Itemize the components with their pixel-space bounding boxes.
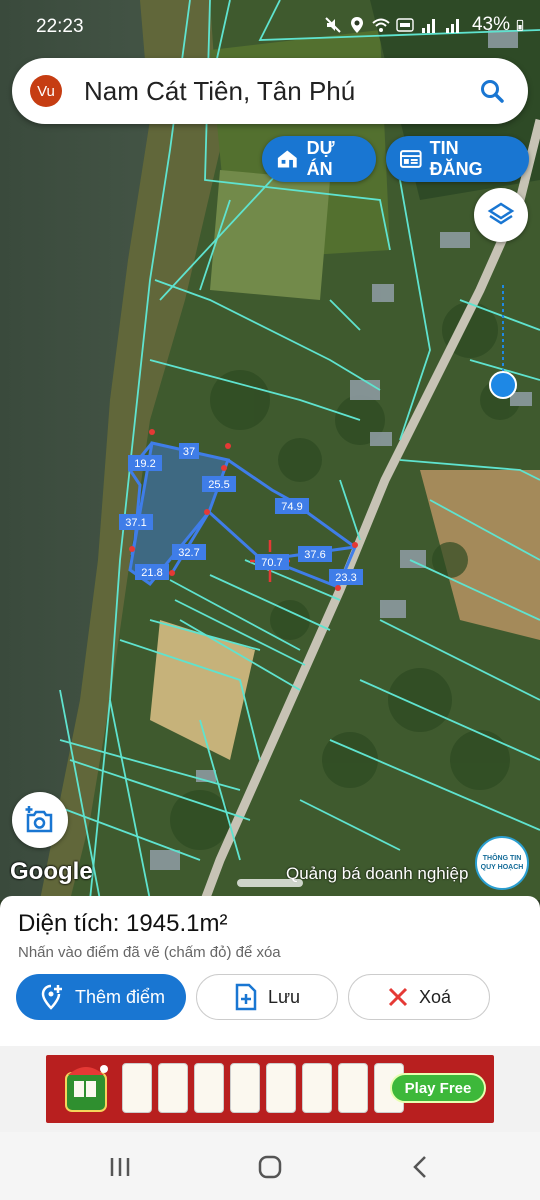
search-icon[interactable]	[474, 73, 510, 109]
volte-icon	[396, 18, 414, 32]
game-logo-icon	[65, 1065, 108, 1112]
hint-text: Nhấn vào điểm đã vẽ (chấm đỏ) để xóa	[18, 944, 281, 961]
add-photo-icon	[25, 806, 53, 833]
wifi-icon	[372, 18, 390, 32]
svg-text:37.1: 37.1	[125, 517, 146, 529]
mahjong-tile-icon	[194, 1063, 224, 1113]
system-nav-bar	[0, 1132, 540, 1200]
measurement-labels: 37 19.2 25.5 74.9 37.1 32.7 37.6 21.8 23.3 70.7	[119, 443, 363, 585]
measurement-label: 32.7	[172, 544, 206, 560]
battery-percent: 43%	[471, 14, 510, 35]
svg-text:70.7: 70.7	[261, 557, 282, 569]
status-time: 22:23	[36, 16, 84, 37]
location-icon	[350, 17, 363, 33]
delete-button[interactable]: Xoá	[348, 974, 490, 1020]
layers-icon	[487, 202, 515, 225]
add-location-icon	[41, 984, 62, 1010]
google-logo: Google	[10, 858, 93, 885]
home-icon[interactable]	[257, 1154, 283, 1180]
mahjong-tile-icon	[338, 1063, 368, 1113]
svg-text:32.7: 32.7	[178, 547, 199, 559]
search-bar[interactable]: Vu Nam Cát Tiên, Tân Phú	[12, 58, 528, 124]
play-free-button[interactable]: Play Free	[390, 1073, 486, 1103]
signal-icon	[421, 19, 435, 33]
signal-icon	[445, 19, 459, 33]
save-button[interactable]: Lưu	[196, 974, 338, 1020]
add-point-button[interactable]: Thêm điểm	[16, 974, 186, 1020]
mahjong-tile-icon	[266, 1063, 296, 1113]
svg-text:37: 37	[183, 446, 195, 458]
mahjong-tile-icon	[122, 1063, 152, 1113]
promo-caption[interactable]: Quảng bá doanh nghiệp	[286, 864, 468, 884]
measurement-label: 21.8	[135, 564, 169, 580]
mahjong-tile-icon	[230, 1063, 260, 1113]
delete-label: Xoá	[418, 986, 452, 1007]
measurement-label: 74.9	[275, 498, 309, 514]
du-an-button[interactable]: DỰ ÁN	[262, 136, 376, 182]
measurement-label: 37	[179, 443, 199, 459]
mahjong-tile-icon	[302, 1063, 332, 1113]
du-an-label: DỰ ÁN	[306, 138, 335, 179]
listing-icon	[400, 150, 422, 168]
planning-info-button[interactable]: THÔNG TIN QUY HOẠCH	[475, 836, 529, 890]
ad-banner[interactable]: Play Free	[46, 1055, 494, 1123]
drag-handle[interactable]	[237, 879, 303, 887]
measure-panel: Diện tích: 1945.1m² Nhấn vào điểm đã vẽ …	[0, 896, 540, 1046]
battery-icon	[516, 19, 524, 31]
svg-text:19.2: 19.2	[134, 458, 155, 470]
avatar[interactable]: Vu	[30, 75, 62, 107]
svg-text:23.3: 23.3	[335, 572, 356, 584]
planning-info-line2: QUY HOẠCH	[480, 864, 524, 871]
measurement-label: 19.2	[128, 455, 162, 471]
svg-text:74.9: 74.9	[281, 501, 302, 513]
planning-info-line1: THÔNG TIN	[482, 855, 522, 862]
measurement-label: 70.7	[255, 554, 289, 570]
close-icon	[388, 987, 408, 1007]
area-readout: Diện tích: 1945.1m²	[18, 910, 228, 937]
tin-dang-button[interactable]: TIN ĐĂNG	[386, 136, 529, 182]
map-view[interactable]: 37 19.2 25.5 74.9 37.1 32.7 37.6 21.8 23.3 70.7	[0, 0, 540, 900]
recent-apps-icon[interactable]	[107, 1154, 133, 1180]
mute-icon	[325, 17, 341, 33]
status-bar: 22:23 43%	[0, 0, 540, 52]
svg-text:21.8: 21.8	[141, 567, 162, 579]
ad-banner-area: Play Free	[0, 1046, 540, 1132]
back-icon[interactable]	[408, 1154, 434, 1180]
building-icon	[277, 150, 297, 168]
mahjong-tile-icon	[158, 1063, 188, 1113]
measurement-label: 25.5	[202, 476, 236, 492]
add-file-icon	[235, 983, 257, 1011]
add-photo-button[interactable]	[12, 792, 68, 848]
layers-button[interactable]	[474, 188, 528, 242]
search-input[interactable]: Nam Cát Tiên, Tân Phú	[84, 76, 474, 107]
add-point-label: Thêm điểm	[74, 986, 166, 1007]
tin-dang-label: TIN ĐĂNG	[429, 138, 483, 179]
svg-text:25.5: 25.5	[208, 479, 229, 491]
save-label: Lưu	[267, 986, 301, 1007]
measurement-label: 23.3	[329, 569, 363, 585]
measurement-label: 37.1	[119, 514, 153, 530]
svg-text:37.6: 37.6	[304, 549, 325, 561]
measurement-label: 37.6	[298, 546, 332, 562]
